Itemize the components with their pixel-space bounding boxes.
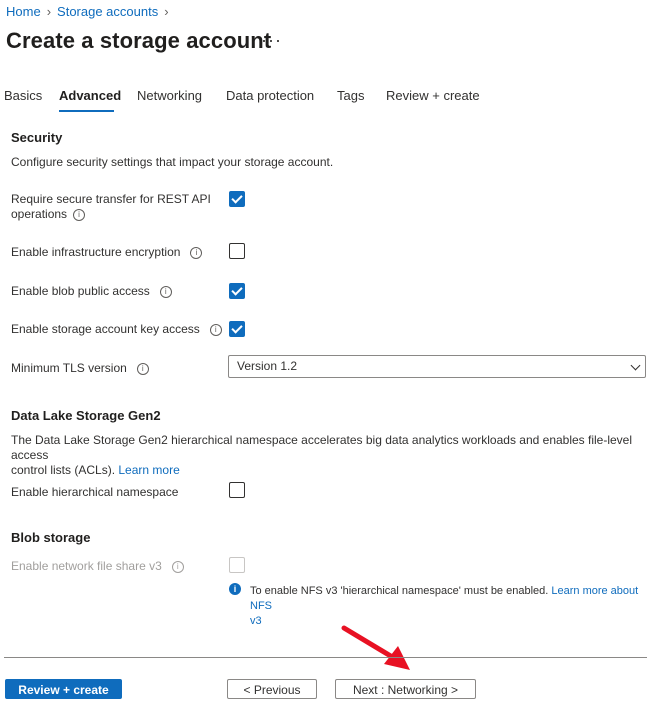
nfs-checkbox	[229, 557, 245, 573]
nfs-label: Enable network file share v3 i	[11, 559, 184, 574]
section-title-blob-storage: Blob storage	[11, 530, 91, 545]
info-icon: i	[171, 560, 184, 573]
secure-transfer-label: Require secure transfer for REST API ope…	[11, 192, 211, 221]
min-tls-select[interactable]: Version 1.2	[228, 355, 646, 378]
security-description: Configure security settings that impact …	[11, 155, 334, 169]
tab-networking[interactable]: Networking	[137, 88, 202, 103]
nfs-info-message: To enable NFS v3 'hierarchical namespace…	[250, 585, 639, 627]
footer-divider	[4, 657, 647, 658]
info-icon[interactable]: i	[209, 323, 222, 336]
storage-key-access-checkbox[interactable]	[229, 321, 245, 337]
section-title-data-lake: Data Lake Storage Gen2	[11, 408, 161, 423]
annotation-arrow-icon	[341, 625, 410, 670]
chevron-right-icon: ›	[164, 4, 169, 19]
hierarchical-namespace-label: Enable hierarchical namespace	[11, 485, 179, 499]
info-icon[interactable]: i	[159, 285, 172, 298]
tab-tags[interactable]: Tags	[337, 88, 364, 103]
active-tab-indicator	[59, 110, 114, 112]
breadcrumb: Home › Storage accounts ›	[6, 4, 169, 19]
tab-data-protection[interactable]: Data protection	[226, 88, 314, 103]
infrastructure-encryption-label: Enable infrastructure encryption i	[11, 245, 203, 260]
info-filled-icon: i	[229, 583, 241, 595]
breadcrumb-storage-accounts-link[interactable]: Storage accounts	[57, 4, 158, 19]
info-icon[interactable]: i	[190, 246, 203, 259]
secure-transfer-checkbox[interactable]	[229, 191, 245, 207]
section-title-security: Security	[11, 130, 63, 145]
info-icon[interactable]: i	[73, 208, 86, 221]
tab-advanced[interactable]: Advanced	[59, 88, 121, 103]
chevron-right-icon: ›	[46, 4, 52, 19]
next-networking-button[interactable]: Next : Networking >	[335, 679, 476, 699]
tab-bar: Basics Advanced Networking Data protecti…	[0, 88, 647, 116]
chevron-down-icon	[630, 360, 641, 371]
min-tls-label: Minimum TLS version i	[11, 361, 149, 376]
tab-basics[interactable]: Basics	[4, 88, 42, 103]
breadcrumb-home-link[interactable]: Home	[6, 4, 41, 19]
blob-public-access-checkbox[interactable]	[229, 283, 245, 299]
hierarchical-namespace-checkbox[interactable]	[229, 482, 245, 498]
infrastructure-encryption-checkbox[interactable]	[229, 243, 245, 259]
more-options-icon[interactable]: ···	[261, 30, 282, 51]
info-icon[interactable]: i	[136, 362, 149, 375]
review-create-button[interactable]: Review + create	[5, 679, 122, 699]
blob-public-access-label: Enable blob public access i	[11, 284, 172, 299]
learn-more-link[interactable]: Learn more	[118, 463, 179, 477]
tab-review-create[interactable]: Review + create	[386, 88, 480, 103]
data-lake-description: The Data Lake Storage Gen2 hierarchical …	[11, 433, 633, 477]
page-title: Create a storage account	[6, 28, 272, 53]
previous-button[interactable]: < Previous	[227, 679, 317, 699]
storage-key-access-label: Enable storage account key access i	[11, 322, 222, 337]
min-tls-value: Version 1.2	[237, 359, 298, 373]
